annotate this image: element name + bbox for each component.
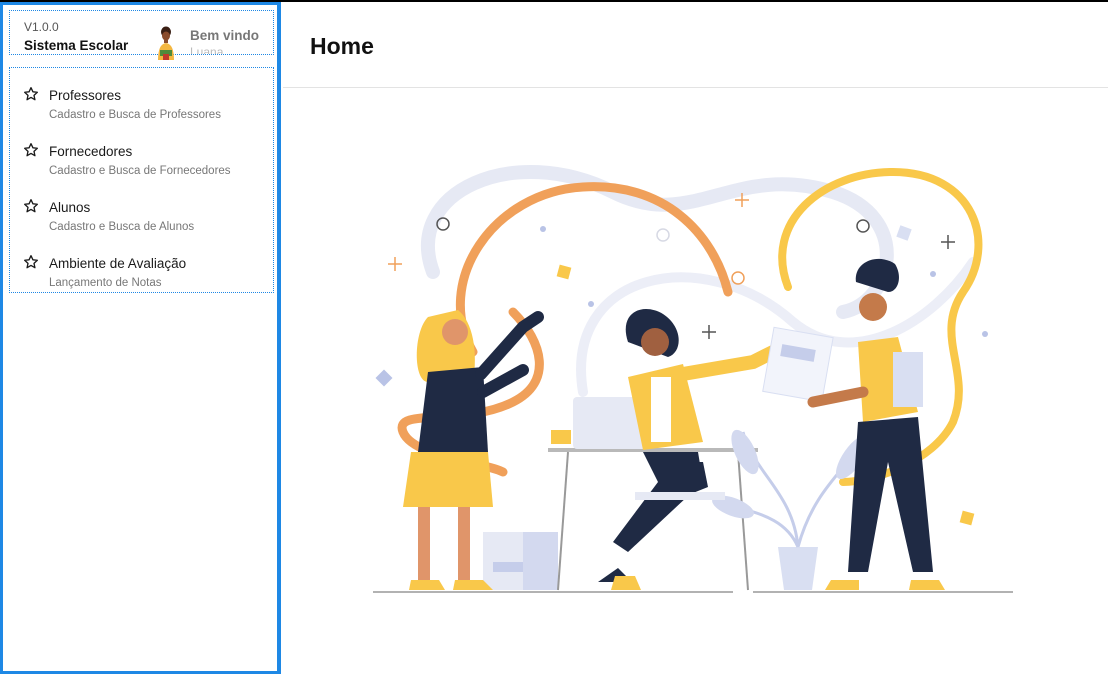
sidebar-menu: Professores Cadastro e Busca de Professo…: [9, 67, 274, 293]
main-content: Home: [283, 2, 1108, 674]
welcome-text: Bem vindo: [190, 28, 260, 43]
sidebar-item-alunos[interactable]: Alunos Cadastro e Busca de Alunos: [10, 188, 272, 238]
sidebar-item-description: Cadastro e Busca de Fornecedores: [49, 165, 231, 177]
sidebar-item-description: Lançamento de Notas: [49, 277, 162, 289]
user-avatar-icon: [158, 26, 174, 60]
sidebar-item-fornecedores[interactable]: Fornecedores Cadastro e Busca de Fornece…: [10, 132, 272, 182]
star-icon: [24, 87, 38, 101]
sidebar-item-description: Cadastro e Busca de Professores: [49, 109, 221, 121]
teamwork-illustration: [373, 164, 1013, 593]
app-version: V1.0.0: [24, 20, 59, 34]
sidebar-item-label: Alunos: [49, 200, 91, 215]
page-title: Home: [310, 33, 374, 59]
sidebar-item-label: Professores: [49, 88, 122, 103]
sidebar-item-description: Cadastro e Busca de Alunos: [49, 221, 195, 233]
star-icon: [24, 255, 38, 269]
app-name: Sistema Escolar: [24, 38, 129, 53]
sidebar-item-label: Ambiente de Avaliação: [49, 256, 187, 271]
page-header: Home: [283, 2, 1108, 88]
star-icon: [24, 143, 38, 157]
brand-header: V1.0.0 Sistema Escolar Bem vindo Luana: [9, 10, 274, 60]
star-icon: [24, 199, 38, 213]
sidebar-item-label: Fornecedores: [49, 144, 133, 159]
sidebar-item-ambiente-avaliacao[interactable]: Ambiente de Avaliação Lançamento de Nota…: [10, 244, 272, 294]
sidebar-item-professores[interactable]: Professores Cadastro e Busca de Professo…: [10, 76, 272, 126]
user-name: Luana: [190, 45, 224, 54]
sidebar: V1.0.0 Sistema Escolar Bem vindo Luana P…: [0, 2, 281, 674]
